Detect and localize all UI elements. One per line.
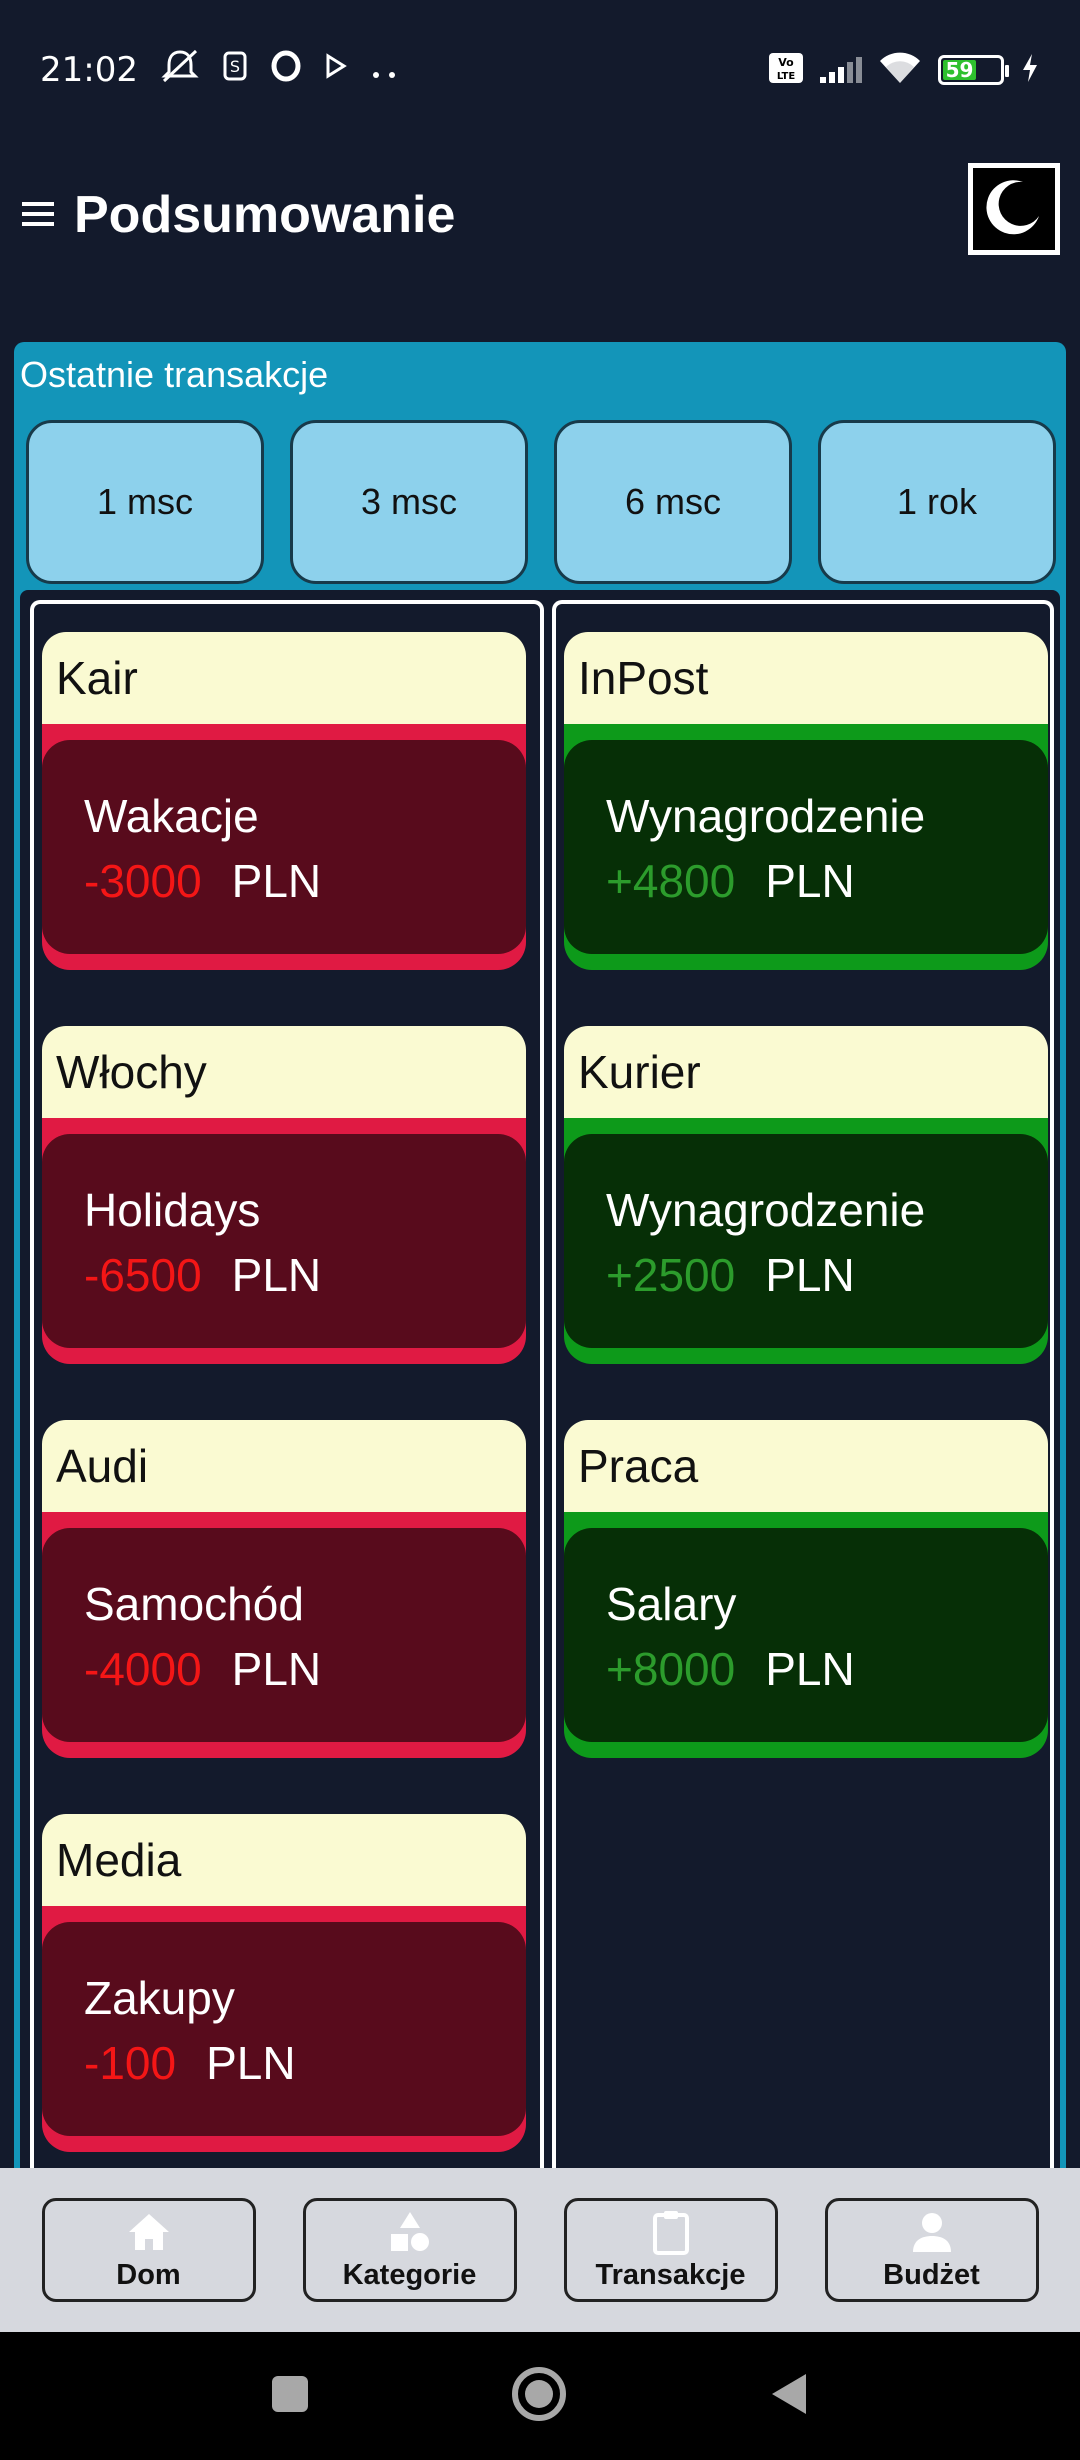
card-body: Wynagrodzenie +2500 PLN: [564, 1134, 1048, 1348]
page-title: Podsumowanie: [74, 186, 456, 244]
nav-label: Kategorie: [342, 2258, 477, 2291]
theme-toggle-button[interactable]: [968, 163, 1060, 255]
expense-card[interactable]: Kair Wakacje -3000 PLN: [42, 632, 526, 970]
card-category: Zakupy: [84, 1972, 235, 2024]
expense-card[interactable]: Włochy Holidays -6500 PLN: [42, 1026, 526, 1364]
card-title: Media: [42, 1814, 526, 1906]
panel-title: Ostatnie transakcje: [20, 354, 329, 395]
card-body: Salary +8000 PLN: [564, 1528, 1048, 1742]
card-category: Wynagrodzenie: [606, 790, 926, 842]
card-currency: PLN: [231, 1643, 322, 1695]
nav-transactions-button[interactable]: Transakcje: [563, 2198, 778, 2302]
card-currency: PLN: [231, 855, 322, 907]
income-card[interactable]: InPost Wynagrodzenie +4800 PLN: [564, 632, 1048, 970]
card-title: Kair: [42, 632, 526, 724]
battery-icon: 59: [938, 55, 1009, 85]
play-icon: [324, 52, 348, 88]
card-amount: -6500: [84, 1249, 202, 1301]
card-currency: PLN: [231, 1249, 322, 1301]
card-currency: PLN: [765, 1643, 855, 1695]
card-amount: -100: [84, 2037, 177, 2089]
card-title: Praca: [564, 1420, 1048, 1512]
card-title: Kurier: [564, 1026, 1048, 1118]
recent-transactions-panel: Ostatnie transakcje 1 msc 3 msc 6 msc 1 …: [14, 342, 1066, 2180]
card-title: Audi: [42, 1420, 526, 1512]
card-currency: PLN: [206, 2037, 296, 2089]
clipboard-icon: [648, 2209, 694, 2255]
expense-card[interactable]: Media Zakupy -100 PLN: [42, 1814, 526, 2152]
charging-icon: [1020, 52, 1040, 88]
system-nav-bar: [0, 2332, 1080, 2460]
card-body: Holidays -6500 PLN: [42, 1134, 526, 1348]
transactions-columns: Kair Wakacje -3000 PLN Włochy Holidays -…: [20, 590, 1060, 2180]
nav-categories-button[interactable]: Kategorie: [302, 2198, 517, 2302]
card-currency: PLN: [765, 855, 855, 907]
card-category: Samochód: [84, 1578, 304, 1630]
card-category: Wynagrodzenie: [606, 1184, 926, 1236]
s-icon: S: [222, 50, 248, 90]
moon-icon: [983, 176, 1045, 243]
status-right: Vo LTE 59: [768, 51, 1040, 89]
svg-text:Vo: Vo: [778, 56, 794, 69]
nav-home-button[interactable]: Dom: [41, 2198, 256, 2302]
status-bar: 21:02 S Vo LTE 59: [0, 0, 1080, 140]
range-selector: 1 msc 3 msc 6 msc 1 rok: [26, 420, 1056, 584]
person-icon: [909, 2209, 955, 2255]
income-card[interactable]: Praca Salary +8000 PLN: [564, 1420, 1048, 1758]
status-time: 21:02: [40, 50, 138, 90]
card-amount: +8000: [606, 1643, 736, 1695]
muted-bell-icon: [160, 48, 200, 92]
card-body: Wakacje -3000 PLN: [42, 740, 526, 954]
volte-icon: Vo LTE: [768, 52, 804, 88]
hamburger-icon[interactable]: [20, 191, 56, 239]
signal-icon: [820, 57, 862, 83]
svg-text:LTE: LTE: [777, 71, 796, 82]
nav-label: Dom: [116, 2258, 181, 2291]
range-button-3m[interactable]: 3 msc: [290, 420, 528, 584]
shapes-icon: [387, 2209, 433, 2255]
more-dots-icon: [370, 53, 398, 88]
card-currency: PLN: [765, 1249, 855, 1301]
range-button-6m[interactable]: 6 msc: [554, 420, 792, 584]
card-title: InPost: [564, 632, 1048, 724]
expenses-column[interactable]: Kair Wakacje -3000 PLN Włochy Holidays -…: [30, 600, 544, 2180]
card-amount: -3000: [84, 855, 202, 907]
nav-budget-button[interactable]: Budżet: [824, 2198, 1039, 2302]
card-title: Włochy: [42, 1026, 526, 1118]
battery-level: 59: [943, 58, 977, 82]
card-category: Holidays: [84, 1184, 261, 1236]
bottom-nav: Dom Kategorie Transakcje Budżet: [0, 2168, 1080, 2332]
nav-label: Transakcje: [595, 2258, 746, 2291]
home-circle-icon[interactable]: [510, 2365, 568, 2428]
card-amount: +2500: [606, 1249, 736, 1301]
card-amount: -4000: [84, 1643, 202, 1695]
back-icon[interactable]: [768, 2370, 810, 2423]
recents-icon[interactable]: [270, 2374, 310, 2419]
card-body: Samochód -4000 PLN: [42, 1528, 526, 1742]
svg-text:S: S: [230, 57, 240, 76]
card-amount: +4800: [606, 855, 736, 907]
income-card[interactable]: Kurier Wynagrodzenie +2500 PLN: [564, 1026, 1048, 1364]
card-category: Wakacje: [84, 790, 259, 842]
incomes-column[interactable]: InPost Wynagrodzenie +4800 PLN Kurier Wy…: [552, 600, 1054, 2180]
range-button-1m[interactable]: 1 msc: [26, 420, 264, 584]
expense-card[interactable]: Audi Samochód -4000 PLN: [42, 1420, 526, 1758]
nav-label: Budżet: [883, 2258, 980, 2291]
home-icon: [126, 2209, 172, 2255]
card-body: Zakupy -100 PLN: [42, 1922, 526, 2136]
opera-icon: [270, 50, 302, 90]
card-category: Salary: [606, 1578, 737, 1630]
app-bar: Podsumowanie: [0, 160, 1080, 270]
status-left: 21:02 S: [40, 48, 398, 92]
range-button-1y[interactable]: 1 rok: [818, 420, 1056, 584]
card-body: Wynagrodzenie +4800 PLN: [564, 740, 1048, 954]
wifi-icon: [878, 51, 922, 89]
